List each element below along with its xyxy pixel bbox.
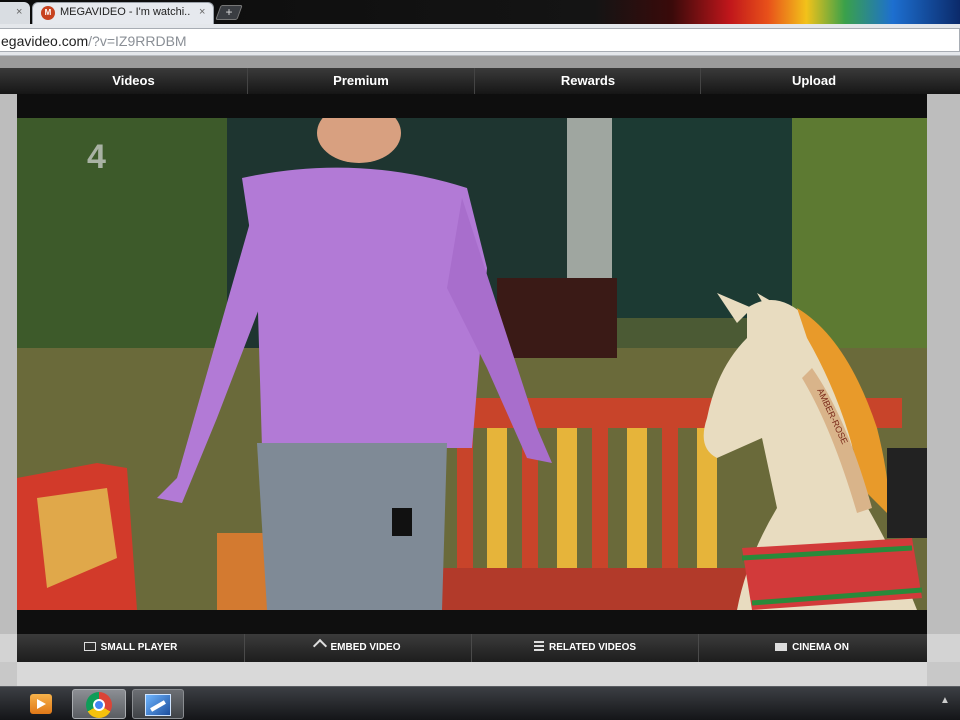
page-footer-inner [17, 662, 927, 686]
address-bar[interactable]: egavideo.com/?v=IZ9RRDBM [0, 28, 960, 52]
video-foliage-left [17, 118, 247, 378]
cinema-on-button[interactable]: CINEMA ON [698, 634, 925, 662]
related-videos-label: RELATED VIDEOS [548, 642, 637, 653]
related-list-icon [533, 641, 544, 651]
nav-videos[interactable]: Videos [20, 68, 247, 94]
address-url: egavideo.com/?v=IZ9RRDBM [1, 33, 187, 49]
site-nav: Videos Premium Rewards Upload [0, 68, 960, 94]
small-player-label: SMALL PLAYER [100, 642, 178, 653]
cinema-icon [775, 643, 788, 651]
embed-link-icon [313, 638, 328, 654]
embed-video-button[interactable]: EMBED VIDEO [244, 634, 471, 662]
plus-icon: + [225, 5, 233, 19]
player-action-bar: SMALL PLAYER EMBED VIDEO RELATED VIDEOS … [17, 634, 927, 662]
url-path: /?v=IZ9RRDBM [88, 33, 187, 49]
browser-toolbar: egavideo.com/?v=IZ9RRDBM [0, 24, 960, 56]
cinema-on-label: CINEMA ON [792, 642, 849, 653]
taskbar-chrome[interactable] [72, 689, 126, 719]
tab-previous[interactable]: × [0, 2, 30, 24]
taskbar-media-player[interactable] [26, 689, 56, 719]
tab-megavideo[interactable]: M MEGAVIDEO - I'm watchi... × [32, 2, 214, 24]
small-player-icon [83, 642, 96, 651]
player-top-band [17, 94, 927, 118]
channel-logo-icon: 4 [87, 138, 106, 176]
video-frame: 4 AMBER-ROSE [17, 118, 927, 610]
taskbar-app[interactable] [132, 689, 184, 719]
video-window-right [612, 118, 792, 318]
tab-close-icon[interactable]: × [199, 6, 205, 18]
chrome-icon [86, 692, 112, 718]
right-dark-object [887, 448, 927, 538]
nav-upload[interactable]: Upload [700, 68, 927, 94]
embed-video-label: EMBED VIDEO [330, 642, 401, 653]
media-player-icon [30, 694, 52, 714]
browser-tab-strip: × M MEGAVIDEO - I'm watchi... × + [0, 0, 960, 24]
player-black-band [17, 610, 927, 634]
windows-taskbar: ▲ [0, 686, 960, 720]
nav-premium[interactable]: Premium [247, 68, 474, 94]
video-player[interactable]: 4 AMBER-ROSE [17, 118, 927, 610]
app-window-icon [145, 694, 171, 716]
small-player-button[interactable]: SMALL PLAYER [17, 634, 244, 662]
new-tab-button[interactable]: + [215, 5, 243, 20]
page-top-strip [0, 56, 960, 68]
page-side-right [927, 94, 960, 634]
tab-close-icon[interactable]: × [16, 6, 22, 18]
url-host: egavideo.com [1, 33, 89, 49]
tray-expand-icon[interactable]: ▲ [940, 695, 950, 706]
tab-title: MEGAVIDEO - I'm watchi... [60, 6, 190, 18]
nav-rewards[interactable]: Rewards [474, 68, 701, 94]
megavideo-favicon-icon: M [41, 6, 55, 20]
related-videos-button[interactable]: RELATED VIDEOS [471, 634, 698, 662]
video-chair [497, 278, 617, 358]
page-footer-strip [0, 662, 960, 686]
page-side-left [0, 94, 17, 634]
